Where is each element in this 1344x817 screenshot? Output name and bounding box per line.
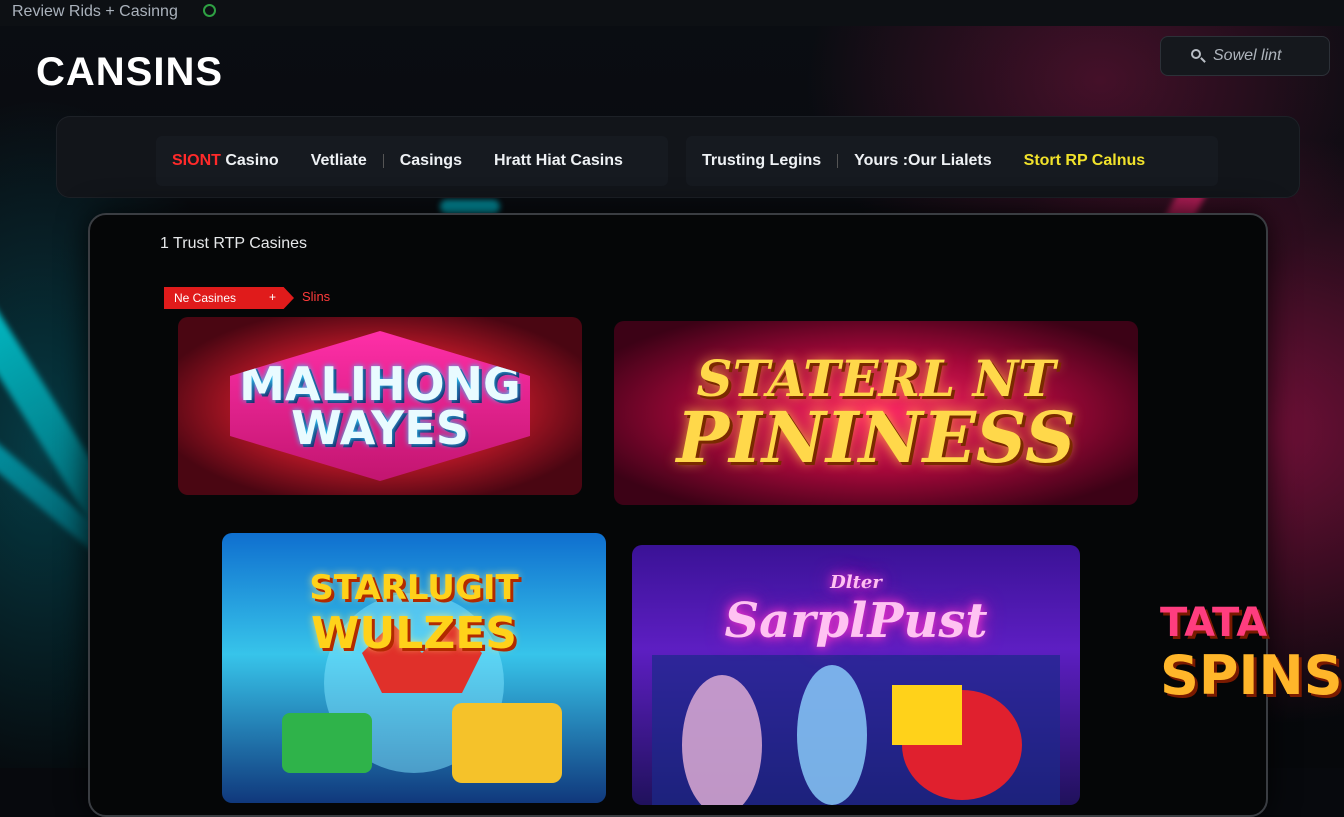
cyan-light-flare bbox=[440, 200, 500, 214]
search-icon bbox=[1191, 49, 1205, 63]
game-card-starlugit-wulzes[interactable]: STARLUGIT WULZES bbox=[222, 533, 606, 803]
game-card-sarplpust[interactable]: Dlter SarplPust bbox=[632, 545, 1080, 805]
game-title-line2: PININESS bbox=[676, 396, 1076, 479]
power-icon[interactable] bbox=[203, 4, 216, 17]
content-panel: 1 Trust RTP Casines Ne Casines + Slins M… bbox=[88, 213, 1268, 817]
nav-item-label: Casino bbox=[225, 152, 279, 169]
nav-item-trusting-legins[interactable]: Trusting Legins bbox=[686, 152, 837, 170]
nav-item-hratt-hiat-casins[interactable]: Hratt Hiat Casins bbox=[478, 152, 639, 170]
game-title: MALIHONG WAYES bbox=[239, 357, 521, 455]
nav-item-vetliate[interactable]: Vetliate bbox=[295, 152, 383, 170]
side-logo-line1: TATA bbox=[1160, 600, 1268, 646]
browser-tab-title[interactable]: Review Rids + Casinng bbox=[12, 3, 178, 21]
page-title: 1 Trust RTP Casines bbox=[160, 235, 308, 252]
side-logo-line2: SPINS bbox=[1160, 644, 1343, 707]
game-title-line1: MALIHONG bbox=[239, 357, 521, 411]
game-title: Dlter SarplPust bbox=[724, 572, 987, 649]
game-title-line2: WULZES bbox=[311, 607, 517, 659]
main-navigation: SIONT Casino Vetliate Casings Hratt Hiat… bbox=[56, 116, 1300, 198]
game-card-malihong-wayes[interactable]: MALIHONG WAYES bbox=[178, 317, 582, 495]
game-title-line1: STARLUGIT bbox=[309, 567, 519, 608]
nav-item-casings[interactable]: Casings bbox=[384, 152, 478, 170]
filter-tag-label: Ne Casines bbox=[174, 291, 237, 305]
nav-item-stort-rp-calnus[interactable]: Stort RP Calnus bbox=[1008, 152, 1162, 170]
nav-item-prefix: SIONT bbox=[172, 152, 221, 169]
site-logo[interactable]: CANSINS bbox=[36, 50, 223, 95]
game-title: STARLUGIT WULZES bbox=[309, 568, 518, 659]
search-box[interactable]: Sowel lint bbox=[1160, 36, 1330, 76]
side-game-logo: TATA SPINS bbox=[1150, 600, 1344, 710]
nav-group-primary: SIONT Casino Vetliate Casings Hratt Hiat… bbox=[156, 136, 668, 186]
game-badge: MALIHONG WAYES bbox=[230, 331, 530, 481]
nav-item-casino[interactable]: SIONT Casino bbox=[156, 152, 295, 170]
filter-slins[interactable]: Slins bbox=[302, 289, 330, 304]
filter-tag-new-casinos[interactable]: Ne Casines + bbox=[164, 287, 294, 309]
game-card-staterl-pininess[interactable]: STATERL NT PININESS bbox=[614, 321, 1138, 505]
nav-item-yours-our-lialets[interactable]: Yours :Our Lialets bbox=[838, 152, 1008, 170]
nav-group-secondary: Trusting Legins Yours :Our Lialets Stort… bbox=[686, 136, 1218, 186]
game-title: STATERL NT PININESS bbox=[676, 354, 1076, 479]
game-title-line1: Dlter bbox=[830, 571, 882, 593]
plus-icon: + bbox=[268, 290, 276, 304]
search-placeholder[interactable]: Sowel lint bbox=[1213, 47, 1281, 65]
game-title-line2: WAYES bbox=[291, 401, 469, 455]
browser-topbar: Review Rids + Casinng bbox=[0, 0, 1344, 26]
game-title-line2: SarplPust bbox=[724, 592, 988, 649]
